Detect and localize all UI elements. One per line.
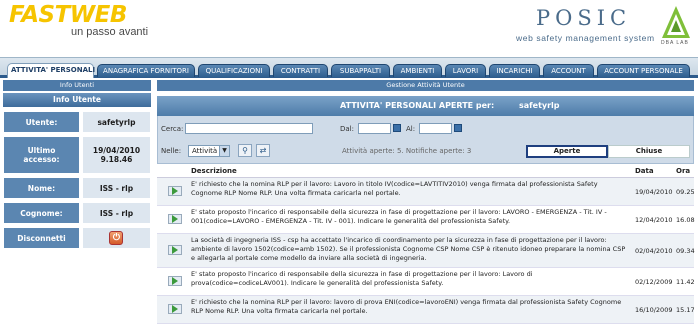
category-select[interactable]: Attività ▼ bbox=[188, 145, 230, 157]
closed-toggle-button[interactable]: Chiuse bbox=[608, 145, 690, 158]
open-activity-button[interactable] bbox=[168, 214, 182, 224]
info-value: 19/04/2010 9.18.46 bbox=[81, 136, 151, 174]
col-date[interactable]: Data bbox=[635, 167, 654, 175]
filter-bar: Cerca: Dal: Al: Nelle: Attività ▼ ⚲ ⇄ At… bbox=[157, 116, 694, 164]
info-label: Ultimo accesso: bbox=[3, 136, 80, 174]
info-row-nome: Nome: ISS - rlp bbox=[3, 177, 151, 199]
row-time: 16.08 bbox=[676, 216, 695, 224]
product-name: POSIC bbox=[536, 6, 632, 30]
logout-cell: ⏻ bbox=[81, 227, 151, 249]
row-description: La società di ingegneria ISS - csp ha ac… bbox=[191, 236, 626, 262]
table-header: Descrizione Data Ora bbox=[157, 164, 694, 178]
play-icon bbox=[172, 305, 178, 313]
tab-account[interactable]: ACCOUNT bbox=[543, 64, 594, 77]
tab-attivita-personali[interactable]: ATTIVITA' PERSONALI bbox=[7, 63, 95, 78]
play-icon bbox=[172, 277, 178, 285]
row-time: 11.42 bbox=[676, 278, 695, 286]
main-tabbar: ATTIVITA' PERSONALI ANAGRAFICA FORNITORI… bbox=[0, 57, 698, 78]
swap-button[interactable]: ⇄ bbox=[256, 144, 270, 157]
col-time[interactable]: Ora bbox=[676, 167, 690, 175]
row-description: E' stato proposto l'incarico di responsa… bbox=[191, 208, 607, 225]
info-label: Disconnetti bbox=[3, 227, 80, 249]
brand-name: FASTWEB bbox=[9, 2, 127, 28]
open-toggle-button[interactable]: Aperte bbox=[526, 145, 608, 158]
info-value: ISS - rlp bbox=[81, 202, 151, 224]
fastweb-logo: FASTWEB un passo avanti bbox=[9, 2, 148, 38]
panel-strip: Gestione Attività Utente bbox=[157, 80, 694, 91]
info-row-disconnetti: Disconnetti ⏻ bbox=[3, 227, 151, 249]
play-icon bbox=[172, 246, 178, 254]
info-value: safetyrlp bbox=[81, 111, 151, 133]
date-to-input[interactable] bbox=[419, 123, 452, 134]
open-activity-button[interactable] bbox=[168, 304, 182, 314]
table-row: E' stato proposto l'incarico di responsa… bbox=[157, 206, 695, 234]
product-subtitle: web safety management system bbox=[516, 33, 655, 43]
tab-ambienti[interactable]: AMBIENTI bbox=[393, 64, 442, 77]
tab-anagrafica-fornitori[interactable]: ANAGRAFICA FORNITORI bbox=[97, 64, 195, 77]
table-row: La società di ingegneria ISS - csp ha ac… bbox=[157, 234, 695, 268]
info-row-cognome: Cognome: ISS - rlp bbox=[3, 202, 151, 224]
play-icon bbox=[172, 187, 178, 195]
activities-panel: Gestione Attività Utente ATTIVITA' PERSO… bbox=[157, 80, 695, 329]
tab-lavori[interactable]: LAVORI bbox=[445, 64, 486, 77]
partner-name: DBA LAB bbox=[661, 40, 689, 46]
search-button[interactable]: ⚲ bbox=[238, 144, 252, 157]
info-label: Cognome: bbox=[3, 202, 80, 224]
brand-slogan: un passo avanti bbox=[71, 26, 149, 38]
tab-account-personale[interactable]: ACCOUNT PERSONALE bbox=[597, 64, 690, 77]
from-label: Dal: bbox=[340, 125, 354, 133]
open-activity-button[interactable] bbox=[168, 245, 182, 255]
info-value: ISS - rlp bbox=[81, 177, 151, 199]
select-value: Attività bbox=[192, 147, 218, 155]
row-time: 09.25 bbox=[676, 188, 695, 196]
open-activity-button[interactable] bbox=[168, 276, 182, 286]
app-header: FASTWEB un passo avanti POSIC web safety… bbox=[0, 0, 698, 57]
tab-qualificazioni[interactable]: QUALIFICAZIONI bbox=[198, 64, 270, 77]
status-text: Attività aperte: 5. Notifiche aperte: 3 bbox=[342, 147, 472, 155]
info-label: Utente: bbox=[3, 111, 80, 133]
row-time: 15.17 bbox=[676, 306, 695, 314]
play-icon bbox=[172, 215, 178, 223]
tab-contratti[interactable]: CONTRATTI bbox=[273, 64, 328, 77]
table-row: E' richiesto che la nomina RLP per il la… bbox=[157, 296, 695, 324]
title-user: safetyrlp bbox=[519, 101, 560, 110]
row-date: 02/04/2010 bbox=[635, 247, 673, 255]
to-label: Al: bbox=[406, 125, 416, 133]
tab-incarichi[interactable]: INCARICHI bbox=[489, 64, 540, 77]
date-from-input[interactable] bbox=[358, 123, 391, 134]
row-date: 19/04/2010 bbox=[635, 188, 673, 196]
swap-arrows-icon: ⇄ bbox=[259, 146, 267, 155]
row-description: E' stato proposto l'incarico di responsa… bbox=[191, 270, 533, 287]
row-time: 09.34 bbox=[676, 247, 695, 255]
dba-lab-logo-icon bbox=[662, 6, 690, 38]
calendar-icon[interactable] bbox=[454, 124, 462, 132]
info-row-ultimo-accesso: Ultimo accesso: 19/04/2010 9.18.46 bbox=[3, 136, 151, 174]
row-description: E' richiesto che la nomina RLP per il la… bbox=[191, 298, 622, 315]
col-desc[interactable]: Descrizione bbox=[191, 167, 237, 175]
row-date: 16/10/2009 bbox=[635, 306, 673, 314]
user-info-panel: Info Utenti Info Utente Utente: safetyrl… bbox=[3, 80, 151, 329]
title-text: ATTIVITA' PERSONALI APERTE per: bbox=[340, 101, 495, 110]
table-row: E' richiesto che la nomina RLP per il la… bbox=[157, 178, 695, 206]
panel-strip: Info Utenti bbox=[3, 80, 151, 91]
logout-button[interactable]: ⏻ bbox=[109, 231, 124, 245]
panel-title: ATTIVITA' PERSONALI APERTE per: safetyrl… bbox=[157, 96, 694, 116]
panel-title: Info Utente bbox=[3, 93, 151, 107]
search-label: Cerca: bbox=[161, 125, 184, 133]
row-date: 02/12/2009 bbox=[635, 278, 673, 286]
calendar-icon[interactable] bbox=[393, 124, 401, 132]
search-input[interactable] bbox=[185, 123, 313, 134]
row-description: E' richiesto che la nomina RLP per il la… bbox=[191, 180, 598, 197]
activities-list: E' richiesto che la nomina RLP per il la… bbox=[157, 178, 695, 324]
search-icon: ⚲ bbox=[242, 146, 248, 155]
info-row-utente: Utente: safetyrlp bbox=[3, 111, 151, 133]
open-activity-button[interactable] bbox=[168, 186, 182, 196]
info-label: Nome: bbox=[3, 177, 80, 199]
power-icon: ⏻ bbox=[112, 233, 121, 243]
tab-subappalti[interactable]: SUBAPPALTI bbox=[331, 64, 390, 77]
row-date: 12/04/2010 bbox=[635, 216, 673, 224]
table-row: E' stato proposto l'incarico di responsa… bbox=[157, 268, 695, 296]
in-label: Nelle: bbox=[161, 147, 182, 155]
chevron-down-icon: ▼ bbox=[219, 146, 229, 156]
